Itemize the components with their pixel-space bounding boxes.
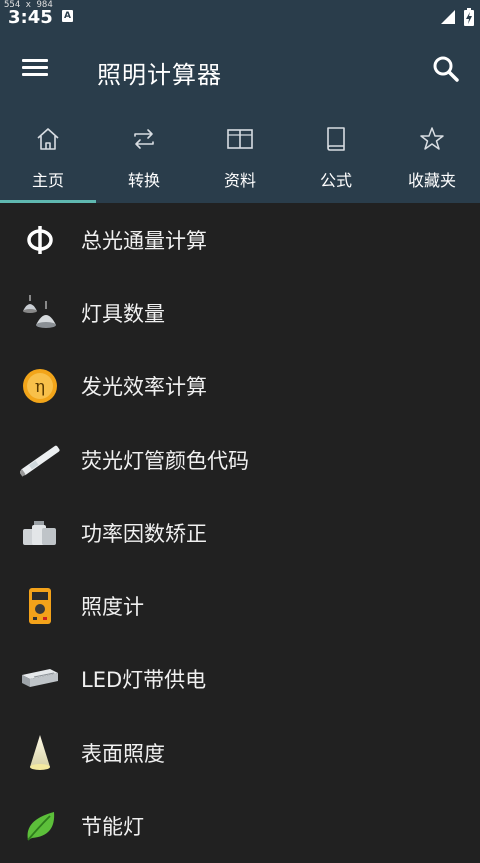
list-item-luminaire-count[interactable]: 灯具数量 — [0, 276, 480, 349]
app-toolbar: 照明计算器 — [0, 33, 480, 108]
list-item-power-factor[interactable]: 功率因数矫正 — [0, 496, 480, 569]
leaf-icon — [20, 806, 60, 846]
tab-label: 资料 — [223, 171, 256, 190]
list-item-luminous-efficacy[interactable]: η 发光效率计算 — [0, 350, 480, 423]
book-open-icon — [227, 129, 253, 149]
star-icon — [420, 127, 444, 150]
tab-label: 主页 — [31, 171, 64, 190]
app-title: 照明计算器 — [97, 61, 222, 89]
menu-icon[interactable] — [22, 55, 52, 85]
fluorescent-tube-icon — [20, 440, 60, 480]
list-item-fluorescent-color-code[interactable]: 荧光灯管颜色代码 — [0, 423, 480, 496]
list-item-label: 表面照度 — [81, 741, 165, 766]
phi-icon — [20, 220, 60, 260]
tab-formula[interactable]: 公式 — [288, 108, 384, 203]
light-cone-icon — [20, 733, 60, 773]
signal-icon — [441, 10, 455, 24]
list-item-label: 荧光灯管颜色代码 — [81, 448, 249, 473]
list-item-lux-meter[interactable]: 照度计 — [0, 569, 480, 642]
list-item-label: 灯具数量 — [81, 301, 165, 326]
tab-label: 转换 — [127, 171, 160, 190]
book-icon — [327, 127, 345, 151]
status-time: 3:45 — [8, 7, 53, 28]
eta-coin-icon: η — [20, 366, 60, 406]
svg-text:η: η — [35, 377, 45, 397]
list-item-label: 照度计 — [81, 595, 144, 620]
tab-label: 收藏夹 — [407, 171, 456, 190]
status-bar: 554 x 984 3:45 A — [0, 0, 480, 33]
battery-charging-icon — [464, 8, 474, 26]
capacitor-icon — [20, 513, 60, 553]
search-icon[interactable] — [430, 53, 462, 85]
home-icon — [37, 128, 59, 150]
list-item-label: LED灯带供电 — [81, 668, 207, 693]
tab-bar: 主页 转换 资料 公式 收藏夹 — [0, 108, 480, 203]
tab-convert[interactable]: 转换 — [96, 108, 192, 203]
notification-a-icon: A — [62, 10, 73, 22]
tab-label: 公式 — [319, 171, 352, 190]
calculator-list: 总光通量计算 灯具数量 η 发光效率计算 荧光灯管颜色代码 功率因数矫正 照度计… — [0, 203, 480, 863]
multimeter-icon — [20, 586, 60, 626]
power-supply-icon — [20, 659, 60, 699]
list-item-label: 节能灯 — [81, 815, 144, 840]
lamp-fixture-icon — [20, 293, 60, 333]
status-indicators — [440, 8, 474, 26]
list-item-total-luminous-flux[interactable]: 总光通量计算 — [0, 203, 480, 276]
tab-data[interactable]: 资料 — [192, 108, 288, 203]
list-item-label: 总光通量计算 — [81, 228, 207, 253]
list-item-label: 功率因数矫正 — [81, 521, 207, 546]
swap-icon — [134, 129, 154, 149]
tab-favorites[interactable]: 收藏夹 — [384, 108, 480, 203]
list-item-label: 发光效率计算 — [81, 375, 207, 400]
tab-home[interactable]: 主页 — [0, 108, 96, 203]
list-item-surface-illuminance[interactable]: 表面照度 — [0, 716, 480, 789]
list-item-led-strip-power[interactable]: LED灯带供电 — [0, 643, 480, 716]
